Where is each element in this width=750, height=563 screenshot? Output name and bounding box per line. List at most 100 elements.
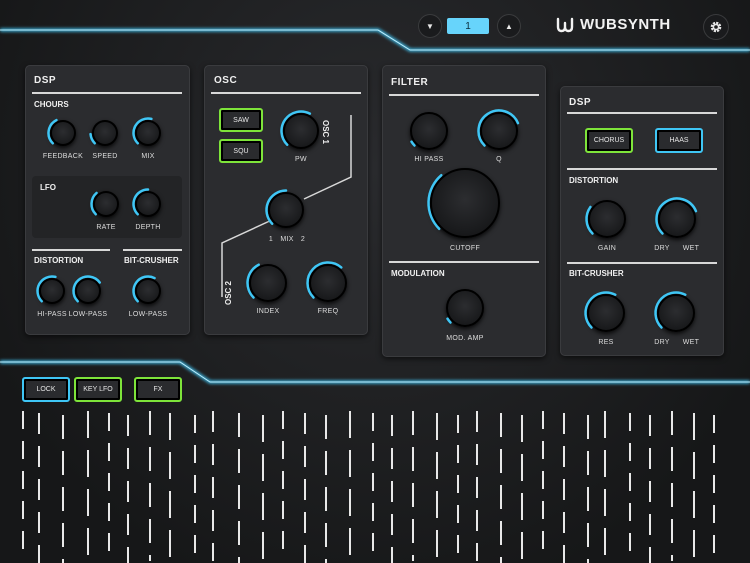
lfo-depth-knob[interactable] (132, 188, 161, 217)
string-key[interactable] (304, 413, 306, 563)
distortion-right-section-title: DISTORTION (569, 176, 619, 185)
divider (389, 261, 539, 263)
string-key[interactable] (604, 411, 606, 561)
knob-label: RATE (96, 224, 116, 231)
string-key[interactable] (194, 415, 196, 563)
knob-label: FREQ (317, 308, 339, 315)
string-key[interactable] (238, 413, 240, 563)
filter-q-knob[interactable] (477, 109, 520, 150)
knob-value-arc (585, 200, 626, 238)
string-key[interactable] (542, 411, 544, 561)
distortion-drywet-knob[interactable] (655, 197, 698, 238)
string-key[interactable] (349, 411, 351, 561)
osc-mix-knob[interactable] (265, 189, 304, 228)
osc-index-knob[interactable] (246, 263, 287, 302)
string-key[interactable] (108, 413, 110, 563)
chorus-speed-knob[interactable] (89, 120, 118, 146)
string-key[interactable] (212, 411, 214, 561)
chorus-mix-knob[interactable] (132, 117, 161, 146)
divider (123, 249, 182, 251)
lock-button[interactable]: LOCK (22, 377, 70, 402)
knob-label: FEEDBACK (42, 153, 84, 160)
divider (567, 168, 717, 170)
string-key[interactable] (87, 411, 89, 561)
osc-freq-knob[interactable] (306, 261, 347, 302)
knob-value-arc (265, 189, 304, 228)
bitcrusher-right-section-title: BIT-CRUSHER (569, 269, 624, 278)
string-key[interactable] (563, 413, 565, 563)
knob-value-arc (90, 191, 119, 217)
bitcrusher-res-knob[interactable] (584, 291, 625, 332)
string-key[interactable] (587, 415, 589, 563)
knob-value-arc (132, 188, 161, 217)
knob-value-arc (246, 263, 287, 302)
knob-value-arc (72, 275, 101, 304)
key-lfo-button[interactable]: KEY LFO (74, 377, 122, 402)
chorus-feedback-knob[interactable] (47, 118, 76, 146)
wet-label: WET (682, 339, 700, 346)
distortion-gain-knob[interactable] (585, 200, 626, 238)
dry-label: DRY (654, 339, 670, 346)
brand-title: WUBSYNTH (580, 16, 671, 33)
string-key[interactable] (282, 411, 284, 561)
mix-label: MIX (280, 236, 294, 243)
knob-label: HI-PASS (37, 311, 67, 318)
string-key[interactable] (149, 411, 151, 561)
bitcrusher-lowpass-knob[interactable] (132, 275, 161, 304)
string-key[interactable] (629, 413, 631, 563)
preset-up-button[interactable]: ▲ (498, 15, 520, 37)
divider (567, 112, 717, 114)
chorus-toggle-button[interactable]: CHORUS (585, 128, 633, 153)
string-key[interactable] (457, 415, 459, 563)
string-key[interactable] (372, 413, 374, 563)
dsp-right-title: DSP (569, 97, 592, 108)
knob-value-arc (36, 275, 65, 304)
preset-down-button[interactable]: ▼ (419, 15, 441, 37)
knob-label: LOW-PASS (128, 311, 168, 318)
string-key[interactable] (693, 413, 695, 563)
string-key[interactable] (521, 415, 523, 563)
string-key[interactable] (436, 413, 438, 563)
string-key[interactable] (127, 415, 129, 563)
filter-hipass-knob[interactable] (410, 112, 448, 150)
knob-value-arc (584, 291, 625, 332)
filter-cutoff-knob[interactable] (427, 168, 500, 238)
lfo-section-title: LFO (40, 183, 56, 192)
knob-value-arc (427, 168, 500, 238)
string-key[interactable] (391, 415, 393, 563)
knob-label: LOW-PASS (68, 311, 108, 318)
knob-value-arc (477, 109, 520, 150)
string-key[interactable] (412, 411, 414, 561)
string-key[interactable] (62, 415, 64, 563)
lfo-rate-knob[interactable] (90, 191, 119, 217)
knob-value-arc (446, 289, 484, 327)
distortion-lowpass-knob[interactable] (72, 275, 101, 304)
bitcrusher-drywet-knob[interactable] (654, 291, 695, 332)
preset-number-display[interactable]: 1 (447, 18, 489, 34)
distortion-hipass-knob[interactable] (36, 275, 65, 304)
string-key[interactable] (169, 413, 171, 563)
divider (389, 94, 539, 96)
gear-icon (710, 21, 722, 33)
settings-button[interactable] (704, 15, 728, 39)
dsp-left-title: DSP (34, 75, 57, 86)
string-key[interactable] (38, 413, 40, 563)
string-keyboard[interactable] (0, 405, 750, 563)
filter-title: FILTER (391, 77, 429, 88)
haas-toggle-button[interactable]: HAAS (655, 128, 703, 153)
knob-label: RES (598, 339, 614, 346)
string-key[interactable] (649, 415, 651, 563)
knob-label: CUTOFF (449, 245, 481, 252)
string-key[interactable] (22, 411, 24, 561)
string-key[interactable] (476, 411, 478, 561)
knob-value-arc (410, 112, 448, 150)
string-key[interactable] (325, 415, 327, 563)
string-key[interactable] (671, 411, 673, 561)
string-key[interactable] (500, 413, 502, 563)
wubsynth-logo-icon (556, 17, 574, 33)
fx-button[interactable]: FX (134, 377, 182, 402)
knob-value-arc (655, 197, 698, 238)
string-key[interactable] (713, 415, 715, 563)
string-key[interactable] (262, 415, 264, 563)
modulation-amp-knob[interactable] (446, 289, 484, 327)
